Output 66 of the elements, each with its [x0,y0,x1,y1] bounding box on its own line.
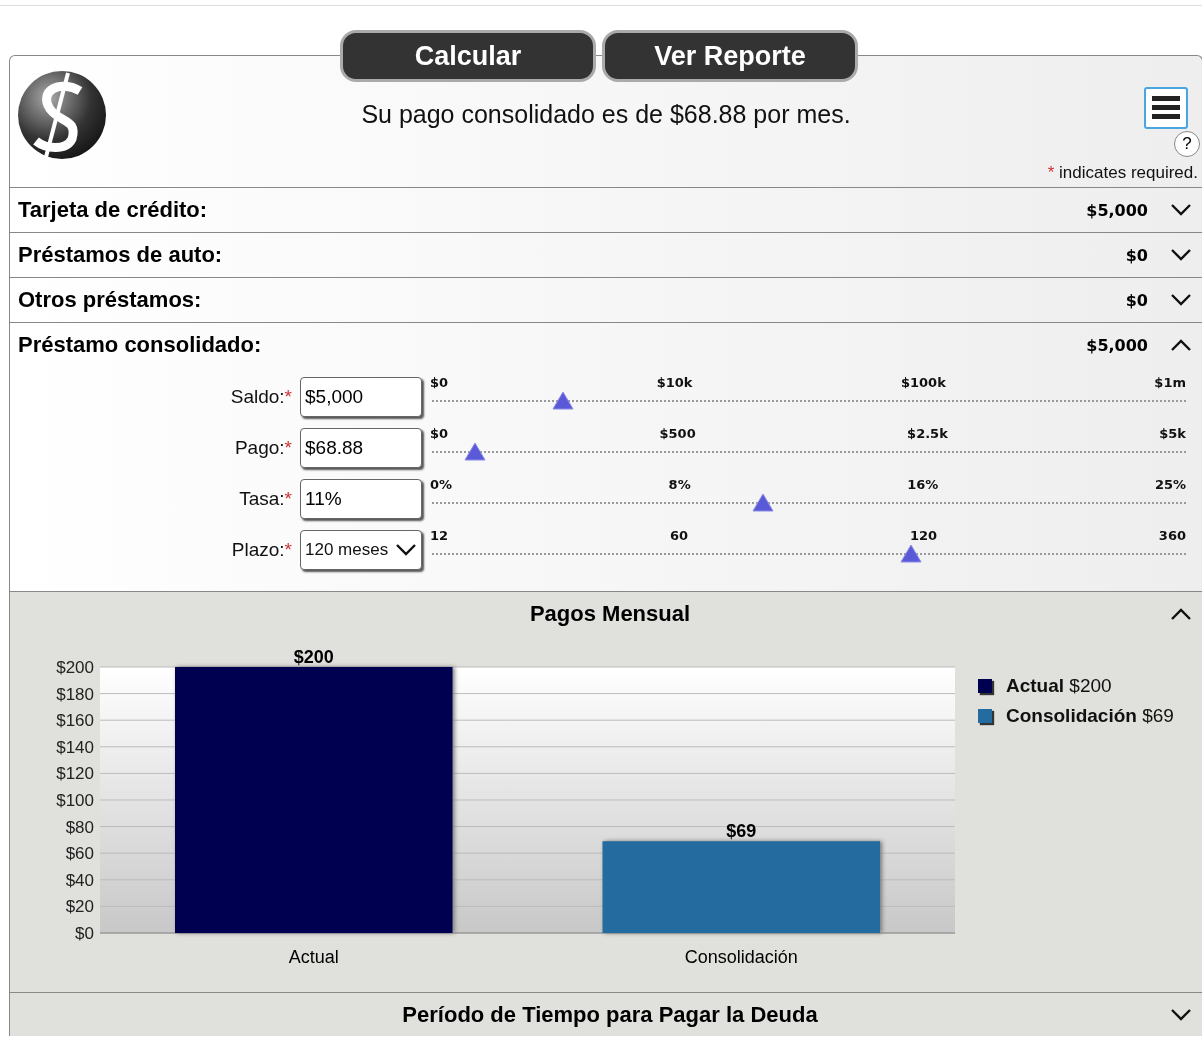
slider-tick-label: 120 [909,528,937,543]
axis-tick-label: $120 [56,764,94,784]
slider-tick-label: $500 [659,426,696,441]
slider-tick-label: $100k [901,375,946,390]
slider-tick-label: 12 [430,528,449,543]
axis-category-label: Actual [288,947,339,967]
slider-thumb[interactable] [552,391,575,411]
input-field[interactable]: $68.88 [300,427,422,468]
legend-item: Actual $200 [978,675,1174,697]
chevron-down-icon [1170,1007,1192,1022]
axis-tick-label: $40 [65,870,94,890]
axis-tick-label: $160 [56,711,94,731]
accordion-header[interactable]: Préstamo consolidado: $5,000 [10,322,1202,367]
help-button[interactable]: ? [1174,131,1200,157]
slider-thumb[interactable] [751,493,774,513]
menu-button[interactable] [1144,87,1188,129]
chevron-down-icon [1170,203,1192,217]
axis-tick-label: $80 [65,817,94,837]
axis-tick-label: $140 [56,737,94,757]
menu-icon [1152,95,1180,121]
slider-thumb[interactable] [464,442,487,462]
slider-tick-label: 16% [907,477,939,492]
slider-tick-label: $0 [430,426,449,441]
select-field[interactable]: 120 meses [300,529,422,570]
panel-header[interactable]: Pagos Mensual [10,591,1202,635]
slider-tick-label: 60 [669,528,689,543]
field-label: Tasa:* [238,487,292,510]
slider-tick-label: $5k [1159,426,1186,441]
slider-thumb[interactable] [899,544,922,564]
required-note: * indicates required. [1047,163,1198,183]
field-label: Pago:* [233,436,292,459]
axis-category-label: Consolidación [684,947,798,967]
logo-icon [16,69,108,161]
slider-tick-label: 360 [1158,528,1186,543]
input-field[interactable]: 11% [300,478,422,519]
chevron-down-icon [395,542,417,557]
slider-tick-label: 0% [430,477,453,492]
panel-header[interactable]: Período de Tiempo para Pagar la Deuda [10,992,1202,1036]
slider-tick-label: $10k [656,375,693,390]
bar-value-label: $69 [726,821,757,842]
chevron-down-icon [1170,248,1192,262]
slider-tick-label: $0 [430,375,449,390]
chevron-up-icon [1170,338,1192,352]
axis-tick-label: $100 [56,791,94,810]
axis-tick-label: $200 [56,658,94,677]
slider-tick-label: 25% [1154,477,1186,492]
toolbar-button[interactable]: Calcular [340,30,596,82]
accordion-header[interactable]: Tarjeta de crédito: $5,000 [10,187,1202,232]
chevron-up-icon [1170,606,1192,621]
slider-tick-label: 8% [668,477,691,492]
chevron-down-icon [1170,293,1192,307]
slider-tick-label: $2.5k [907,426,948,441]
field-label: Saldo:* [229,385,292,408]
accordion-header[interactable]: Otros préstamos: $0 [10,277,1202,322]
toolbar-button[interactable]: Ver Reporte [602,30,858,82]
field-label: Plazo:* [230,538,292,561]
legend-item: Consolidación $69 [978,705,1174,727]
axis-tick-label: $180 [56,684,94,704]
axis-tick-label: $60 [65,844,94,864]
bar-value-label: $200 [293,647,334,667]
summary-text: Su pago consolidado es de $68.88 por mes. [360,100,852,129]
input-field[interactable]: $5,000 [300,376,422,417]
accordion-header[interactable]: Préstamos de auto: $0 [10,232,1202,277]
axis-tick-label: $20 [65,897,94,917]
axis-tick-label: $0 [75,924,94,943]
slider-tick-label: $1m [1154,375,1186,390]
